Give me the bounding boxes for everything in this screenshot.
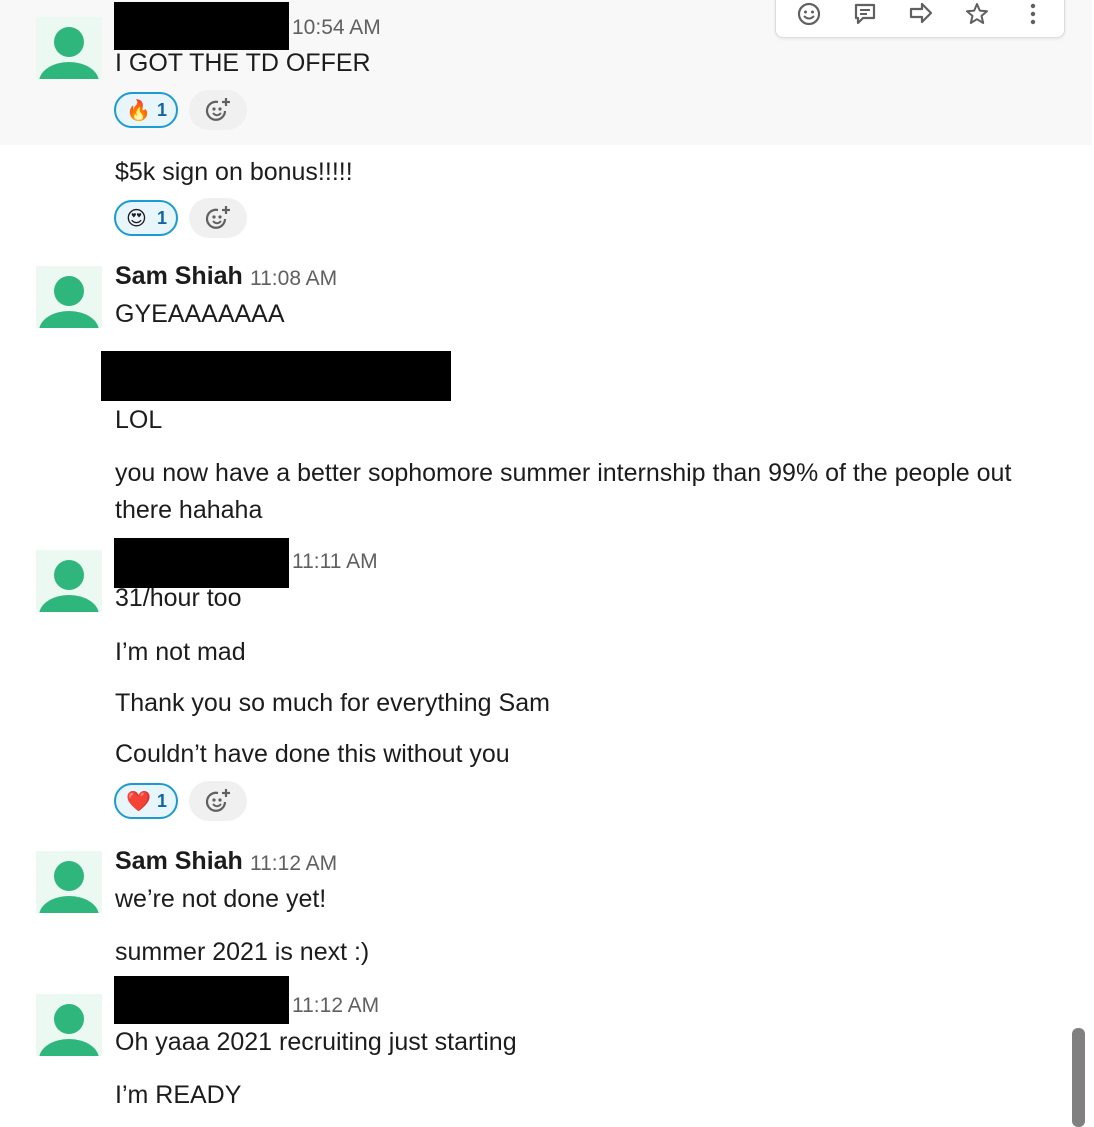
message-text: I GOT THE TD OFFER bbox=[115, 49, 371, 77]
message-text: Thank you so much for everything Sam bbox=[115, 689, 550, 717]
sender-name[interactable]: Sam Shiah bbox=[115, 847, 243, 876]
share-message-button[interactable] bbox=[900, 0, 940, 31]
reaction-pill[interactable]: ❤️ 1 bbox=[114, 783, 178, 819]
message-text: GYEAAAAAAA bbox=[115, 300, 285, 328]
reaction-count: 1 bbox=[157, 791, 168, 811]
message-text: $5k sign on bonus!!!!! bbox=[115, 158, 353, 186]
reaction-pill[interactable]: 🔥 1 bbox=[114, 92, 178, 128]
message-text: LOL bbox=[115, 406, 163, 434]
add-reaction-icon bbox=[205, 98, 230, 121]
message-text: summer 2021 is next :) bbox=[115, 938, 370, 966]
heart-eyes-emoji-icon: 😍 bbox=[126, 208, 147, 230]
share-icon bbox=[909, 2, 933, 24]
add-reaction-button[interactable] bbox=[788, 0, 828, 31]
message-timestamp[interactable]: 11:08 AM bbox=[250, 267, 337, 291]
reaction-pill[interactable]: 😍 1 bbox=[114, 200, 178, 236]
scrollbar-thumb[interactable] bbox=[1072, 1028, 1085, 1127]
fire-emoji-icon: 🔥 bbox=[126, 100, 151, 122]
redacted-sender-name bbox=[114, 538, 289, 588]
red-heart-emoji-icon: ❤️ bbox=[126, 791, 151, 813]
message-timestamp[interactable]: 11:12 AM bbox=[250, 852, 337, 876]
more-actions-icon bbox=[1030, 3, 1036, 25]
message-text: we’re not done yet! bbox=[115, 885, 327, 913]
bookmark-star-icon bbox=[966, 3, 988, 24]
reaction-count: 1 bbox=[157, 100, 168, 120]
avatar[interactable] bbox=[36, 994, 102, 1056]
add-reaction-button[interactable] bbox=[189, 90, 247, 130]
message-text: I’m not mad bbox=[115, 638, 246, 666]
message-actions-toolbar bbox=[775, 0, 1065, 38]
add-reaction-icon bbox=[205, 206, 230, 229]
redacted-sender-name bbox=[114, 976, 289, 1024]
add-reaction-icon bbox=[797, 2, 821, 26]
more-actions-button[interactable] bbox=[1012, 0, 1052, 31]
message-timestamp[interactable]: 11:11 AM bbox=[292, 550, 378, 574]
message-text: Couldn’t have done this without you bbox=[115, 740, 510, 768]
reaction-count: 1 bbox=[157, 208, 168, 228]
message-text: Oh yaaa 2021 recruiting just starting bbox=[115, 1028, 517, 1056]
sender-name[interactable]: Sam Shiah bbox=[115, 262, 243, 291]
save-message-button[interactable] bbox=[956, 0, 996, 31]
avatar[interactable] bbox=[36, 266, 102, 328]
avatar[interactable] bbox=[36, 550, 102, 612]
reply-thread-icon bbox=[854, 3, 876, 25]
add-reaction-button[interactable] bbox=[189, 781, 247, 821]
avatar[interactable] bbox=[36, 17, 102, 79]
redacted-block bbox=[101, 351, 451, 401]
message-text: you now have a better sophomore summer i… bbox=[115, 459, 1012, 524]
message-timestamp[interactable]: 10:54 AM bbox=[292, 16, 381, 40]
avatar[interactable] bbox=[36, 851, 102, 913]
reply-in-thread-button[interactable] bbox=[844, 0, 884, 31]
message-timestamp[interactable]: 11:12 AM bbox=[292, 994, 379, 1018]
add-reaction-button[interactable] bbox=[189, 198, 247, 238]
message-text: I’m READY bbox=[115, 1081, 242, 1109]
redacted-sender-name bbox=[114, 2, 289, 50]
add-reaction-icon bbox=[205, 789, 230, 812]
